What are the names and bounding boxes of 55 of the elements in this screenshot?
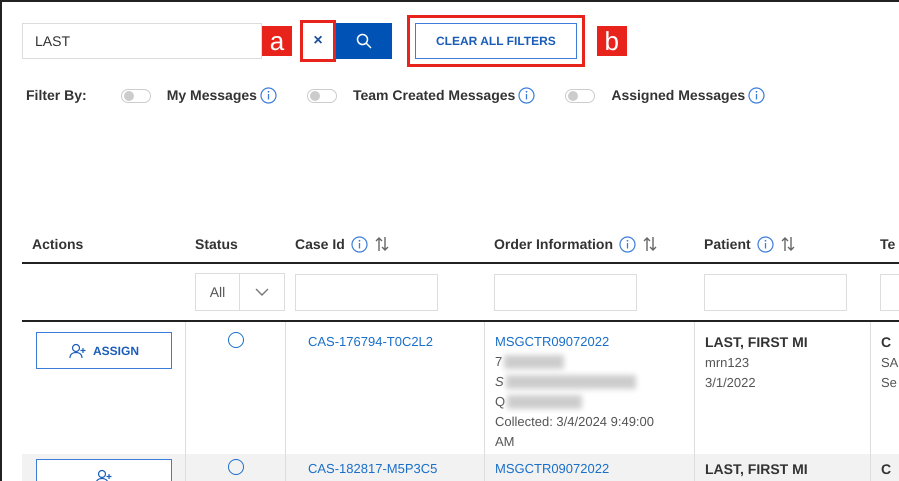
search-field[interactable]: LAST: [22, 23, 262, 59]
sort-icon[interactable]: [780, 236, 796, 252]
sort-icon[interactable]: [374, 236, 390, 252]
annotation-label: b: [596, 26, 627, 56]
info-icon[interactable]: [756, 236, 774, 252]
status-radio[interactable]: [228, 458, 244, 474]
order-detail-text: 7: [495, 352, 502, 370]
annotation-label: a: [262, 26, 292, 56]
case-id-link[interactable]: CAS-176794-T0C2L2: [308, 334, 434, 349]
info-icon[interactable]: [748, 87, 766, 104]
toggle-switch[interactable]: [120, 88, 151, 102]
filter-input[interactable]: [494, 274, 637, 310]
filter-input[interactable]: [704, 274, 847, 310]
patient-name: LAST, FIRST MI: [705, 460, 809, 478]
cell-text: Se: [881, 374, 898, 392]
redacted-block: [504, 354, 564, 368]
column-header[interactable]: Actions: [32, 234, 84, 254]
column-header[interactable]: Te: [880, 234, 896, 254]
column-header[interactable]: Case Id: [295, 234, 345, 254]
toggle-switch[interactable]: [565, 88, 596, 102]
toggle-label: Assigned Messages: [611, 86, 746, 105]
cell-text: SA: [881, 354, 899, 372]
info-icon[interactable]: [260, 87, 277, 104]
filter-input[interactable]: [295, 274, 438, 310]
info-icon[interactable]: [619, 236, 636, 252]
info-icon[interactable]: [350, 236, 368, 252]
toggle-label: My Messages: [166, 86, 257, 105]
status-radio[interactable]: [228, 332, 244, 348]
info-icon[interactable]: [518, 87, 536, 104]
cell-text: C: [881, 460, 892, 478]
search-button[interactable]: [336, 23, 392, 59]
collected-text: Collected: 3/4/2024 9:49:00 AM: [495, 412, 656, 450]
case-id-link[interactable]: CAS-182817-M5P3C5: [308, 460, 438, 476]
order-number-link[interactable]: MSGCTR09072022: [495, 332, 684, 352]
chevron-down-icon: [255, 288, 269, 296]
toggle-switch[interactable]: [306, 88, 337, 102]
clear-all-filters-button[interactable]: CLEAR ALL FILTERS: [415, 23, 577, 59]
patient-name: LAST, FIRST MI: [705, 333, 809, 352]
column-header[interactable]: Patient: [704, 234, 751, 254]
sort-icon[interactable]: [642, 236, 658, 252]
order-detail-text: S: [495, 372, 504, 390]
order-number-link[interactable]: MSGCTR09072022: [495, 458, 684, 478]
filter-label: Filter By:: [26, 86, 87, 105]
cell-text: C: [881, 333, 892, 352]
column-header[interactable]: Status: [195, 234, 238, 254]
person-add-icon: [95, 469, 113, 481]
patient-detail: mrn123: [705, 354, 750, 372]
column-header[interactable]: Order Information: [494, 234, 614, 254]
search-icon: [356, 33, 372, 49]
toggle-label: Team Created Messages: [352, 86, 516, 105]
assign-button[interactable]: ASSIGN: [36, 332, 172, 369]
order-detail-text: Q: [495, 392, 506, 410]
person-add-icon: [68, 342, 87, 358]
status-filter-select[interactable]: All: [195, 273, 285, 311]
patient-detail: 3/1/2022: [705, 374, 757, 392]
